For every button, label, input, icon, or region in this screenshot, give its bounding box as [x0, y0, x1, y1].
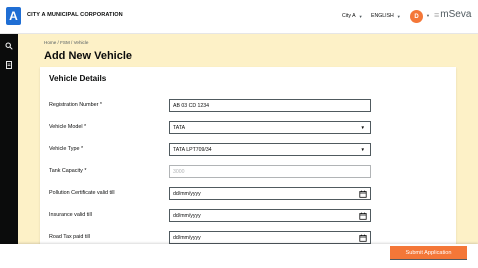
brand-mark-icon: ≡: [434, 9, 440, 20]
field-value: dd/mm/yyyy: [173, 190, 201, 197]
field-label: Vehicle Model *: [49, 124, 87, 130]
pollution-certificate-date-input[interactable]: dd/mm/yyyy: [169, 187, 371, 200]
action-bar: Submit Application: [0, 244, 478, 268]
brand-name: mSeva: [440, 9, 472, 20]
city-label: City A: [342, 13, 356, 19]
field-value: 3000: [173, 168, 185, 175]
field-label: Pollution Certificate valid till: [49, 190, 115, 196]
calendar-icon[interactable]: [359, 190, 367, 198]
field-value: TATA LPT709/34: [173, 146, 212, 153]
vehicle-type-row: Vehicle Type * TATA LPT709/34 ▼: [49, 143, 449, 157]
chevron-down-icon: ▼: [358, 13, 363, 19]
page-title: Add New Vehicle: [44, 50, 133, 62]
search-icon[interactable]: [5, 37, 13, 50]
field-label: Road Tax paid till: [49, 234, 90, 240]
vehicle-model-row: Vehicle Model * TATA ▼: [49, 121, 449, 135]
insurance-date-input[interactable]: dd/mm/yyyy: [169, 209, 371, 222]
sidebar: [0, 34, 18, 244]
field-label: Insurance valid till: [49, 212, 92, 218]
road-tax-date-input[interactable]: dd/mm/yyyy: [169, 231, 371, 244]
tank-capacity-row: Tank Capacity * 3000: [49, 165, 449, 179]
corporation-name: CITY A MUNICIPAL CORPORATION: [27, 12, 123, 18]
vehicle-type-select[interactable]: TATA LPT709/34 ▼: [169, 143, 371, 156]
field-label: Tank Capacity *: [49, 168, 87, 174]
tank-capacity-input: 3000: [169, 165, 371, 178]
pollution-certificate-row: Pollution Certificate valid till dd/mm/y…: [49, 187, 449, 201]
top-header: A CITY A MUNICIPAL CORPORATION City A ▼ …: [0, 0, 478, 34]
registration-number-input[interactable]: AB 03 CD 1234: [169, 99, 371, 112]
language-label: ENGLISH: [371, 13, 394, 19]
chevron-down-icon: ▼: [396, 13, 401, 19]
chevron-down-icon[interactable]: ▼: [426, 13, 430, 18]
city-selector[interactable]: City A ▼: [342, 13, 363, 19]
card-title: Vehicle Details: [49, 74, 107, 83]
field-value: dd/mm/yyyy: [173, 234, 201, 241]
field-value: TATA: [173, 124, 186, 131]
corporation-logo: A: [6, 7, 21, 25]
chevron-down-icon: ▼: [360, 125, 365, 130]
field-value: dd/mm/yyyy: [173, 212, 201, 219]
insurance-row: Insurance valid till dd/mm/yyyy: [49, 209, 449, 223]
registration-number-row: Registration Number * AB 03 CD 1234: [49, 99, 449, 113]
vehicle-details-card: Vehicle Details Registration Number * AB…: [40, 67, 456, 267]
calendar-icon[interactable]: [359, 212, 367, 220]
field-label: Registration Number *: [49, 102, 103, 108]
calendar-icon[interactable]: [359, 234, 367, 242]
language-selector[interactable]: ENGLISH ▼: [371, 13, 401, 19]
user-avatar[interactable]: D: [410, 10, 423, 23]
vehicle-model-select[interactable]: TATA ▼: [169, 121, 371, 134]
field-label: Vehicle Type *: [49, 146, 84, 152]
breadcrumb[interactable]: Home / FSM / Vehicle: [44, 40, 88, 45]
brand-logo: ≡ mSeva: [434, 9, 471, 20]
chevron-down-icon: ▼: [360, 147, 365, 152]
field-value: AB 03 CD 1234: [173, 102, 210, 109]
road-tax-row: Road Tax paid till dd/mm/yyyy: [49, 231, 449, 245]
document-icon[interactable]: [5, 56, 13, 69]
submit-application-button[interactable]: Submit Application: [390, 246, 467, 260]
